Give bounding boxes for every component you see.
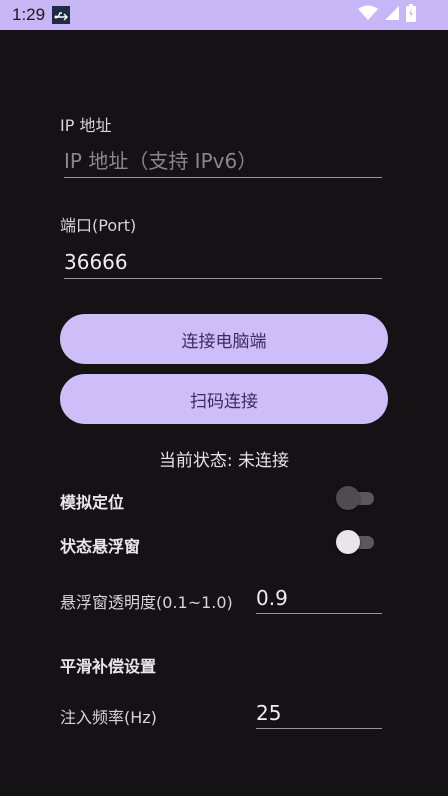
- usb-icon: [52, 6, 70, 24]
- wifi-icon: [358, 5, 378, 25]
- connect-pc-button[interactable]: 连接电脑端: [60, 314, 388, 364]
- floating-window-switch[interactable]: [336, 530, 374, 554]
- port-label: 端口(Port): [60, 216, 137, 235]
- ip-label: IP 地址: [60, 116, 112, 135]
- status-bar: 1:29: [0, 0, 448, 30]
- connection-status: 当前状态: 未连接: [158, 451, 290, 471]
- opacity-label: 悬浮窗透明度(0.1~1.0): [60, 593, 233, 612]
- frequency-input[interactable]: [256, 697, 382, 729]
- status-icons: [358, 4, 416, 26]
- opacity-input[interactable]: [256, 582, 382, 614]
- switch-thumb: [336, 486, 360, 510]
- ip-input[interactable]: [64, 144, 382, 178]
- signal-icon: [384, 5, 400, 25]
- status-time: 1:29: [12, 5, 46, 24]
- scan-connect-button[interactable]: 扫码连接: [60, 374, 388, 424]
- frequency-label: 注入频率(Hz): [60, 708, 157, 727]
- mock-location-switch[interactable]: [336, 486, 374, 510]
- mock-location-label: 模拟定位: [60, 493, 125, 512]
- port-input[interactable]: [64, 245, 382, 279]
- smoothing-section-header: 平滑补偿设置: [60, 657, 157, 676]
- battery-icon: [406, 4, 416, 26]
- floating-window-label: 状态悬浮窗: [60, 537, 141, 556]
- switch-thumb: [336, 530, 360, 554]
